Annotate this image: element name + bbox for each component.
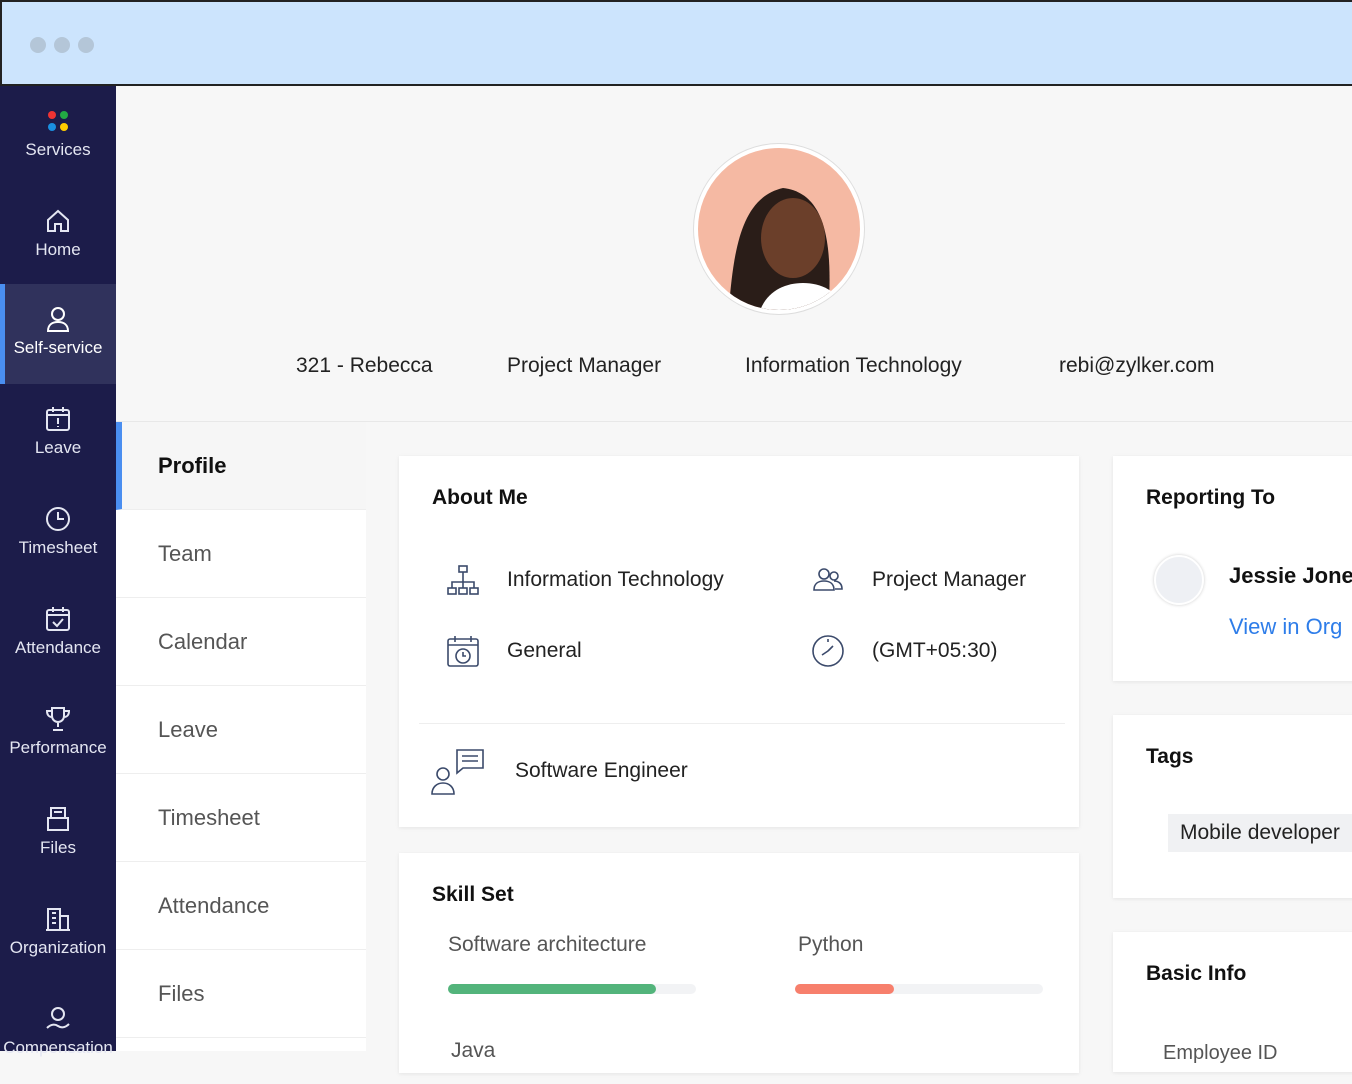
- skill-bar: [448, 984, 696, 994]
- divider: [419, 723, 1065, 724]
- profile-header: 321 - Rebecca Project Manager Informatio…: [116, 86, 1352, 422]
- sidebar-item-services[interactable]: Services: [0, 86, 116, 186]
- about-department-text: Information Technology: [507, 568, 724, 591]
- sidebar-label: Attendance: [14, 638, 101, 657]
- skill-bar-fill: [448, 984, 657, 994]
- sidebar-item-compensation[interactable]: Compensation: [0, 984, 116, 1084]
- card-title: Tags: [1146, 745, 1194, 768]
- building-icon: [43, 904, 73, 934]
- about-location-text: General: [507, 639, 582, 662]
- users-icon: [813, 568, 843, 591]
- sidebar-item-home[interactable]: Home: [0, 186, 116, 286]
- skill-bar: [795, 984, 1043, 994]
- user-icon: [43, 304, 73, 334]
- sidebar-item-leave[interactable]: Leave: [0, 384, 116, 484]
- card-title: About Me: [432, 486, 528, 509]
- sidebar-item-organization[interactable]: Organization: [0, 884, 116, 984]
- sidebar-item-performance[interactable]: Performance: [0, 684, 116, 784]
- profile-subnav: Profile Team Calendar Leave Timesheet At…: [116, 422, 366, 1051]
- about-location: General: [445, 633, 582, 669]
- window-minimize-button[interactable]: [54, 37, 70, 53]
- sidebar-label: Files: [40, 838, 76, 857]
- subnav-leave[interactable]: Leave: [116, 686, 366, 774]
- window-titlebar: [0, 0, 1352, 86]
- sidebar-label: Self-service: [13, 338, 103, 357]
- subnav-attendance[interactable]: Attendance: [116, 862, 366, 950]
- sidebar-item-timesheet[interactable]: Timesheet: [0, 484, 116, 584]
- services-icon: [43, 106, 73, 136]
- sidebar-label: Leave: [34, 438, 82, 457]
- employee-role: Project Manager: [507, 354, 662, 377]
- sidebar-item-attendance[interactable]: Attendance: [0, 584, 116, 684]
- sidebar-label: Timesheet: [18, 538, 98, 557]
- designation-icon: [431, 749, 484, 795]
- card-title: Basic Info: [1146, 962, 1247, 985]
- view-in-org-link[interactable]: View in Org: [1229, 614, 1342, 640]
- sidebar-item-files[interactable]: Files: [0, 784, 116, 884]
- compensation-icon: [43, 1004, 73, 1034]
- card-title: Reporting To: [1146, 486, 1276, 509]
- skill-name: Java: [451, 1039, 496, 1062]
- about-designation: Software Engineer: [429, 746, 688, 796]
- skill-name: Software architecture: [448, 933, 647, 956]
- calendar-alert-icon: [43, 404, 73, 434]
- calendar-clock-icon: [447, 636, 479, 667]
- manager-name[interactable]: Jessie Jones: [1229, 563, 1352, 589]
- about-timezone-text: (GMT+05:30): [872, 639, 998, 662]
- subnav-profile[interactable]: Profile: [116, 422, 366, 510]
- sidebar-label: Organization: [9, 938, 107, 957]
- window-maximize-button[interactable]: [78, 37, 94, 53]
- about-role-text: Project Manager: [872, 568, 1027, 591]
- about-department: Information Technology: [445, 562, 724, 598]
- sidebar: Services Home Self-service Leave Timeshe…: [0, 86, 116, 1057]
- window-close-button[interactable]: [30, 37, 46, 53]
- skill-bar-fill: [795, 984, 895, 994]
- timezone-clock-icon: [812, 635, 844, 667]
- trophy-icon: [43, 704, 73, 734]
- sidebar-item-self-service[interactable]: Self-service: [0, 284, 116, 384]
- org-chart-icon: [447, 565, 479, 595]
- home-icon: [43, 206, 73, 236]
- files-icon: [43, 804, 73, 834]
- about-me-card: About Me Information Technology Project …: [399, 456, 1079, 827]
- tags-card: Tags Mobile developer: [1113, 715, 1352, 898]
- about-designation-text: Software Engineer: [515, 759, 688, 782]
- basic-info-field-label: Employee ID: [1163, 1042, 1278, 1064]
- basic-info-card: Basic Info Employee ID: [1113, 932, 1352, 1072]
- subnav-timesheet[interactable]: Timesheet: [116, 774, 366, 862]
- employee-department: Information Technology: [745, 354, 962, 377]
- card-title: Skill Set: [432, 883, 514, 906]
- tag-chip[interactable]: Mobile developer: [1168, 814, 1352, 852]
- sidebar-label: Home: [35, 240, 81, 259]
- subnav-team[interactable]: Team: [116, 510, 366, 598]
- skill-set-card: Skill Set Software architecture Python J…: [399, 853, 1079, 1073]
- employee-email[interactable]: rebi@zylker.com: [1059, 354, 1215, 378]
- manager-avatar[interactable]: [1154, 555, 1204, 605]
- sidebar-label: Performance: [9, 738, 107, 757]
- profile-avatar[interactable]: [694, 144, 864, 314]
- calendar-check-icon: [43, 604, 73, 634]
- skill-name: Python: [798, 933, 864, 956]
- subnav-calendar[interactable]: Calendar: [116, 598, 366, 686]
- about-timezone: (GMT+05:30): [810, 633, 997, 669]
- clock-icon: [43, 504, 73, 534]
- employee-id-name: 321 - Rebecca: [296, 354, 433, 377]
- sidebar-label: Services: [25, 140, 91, 159]
- reporting-to-card: Reporting To Jessie Jones View in Org: [1113, 456, 1352, 681]
- sidebar-label: Compensation: [3, 1038, 113, 1057]
- subnav-files[interactable]: Files: [116, 950, 366, 1038]
- about-role: Project Manager: [810, 562, 1026, 598]
